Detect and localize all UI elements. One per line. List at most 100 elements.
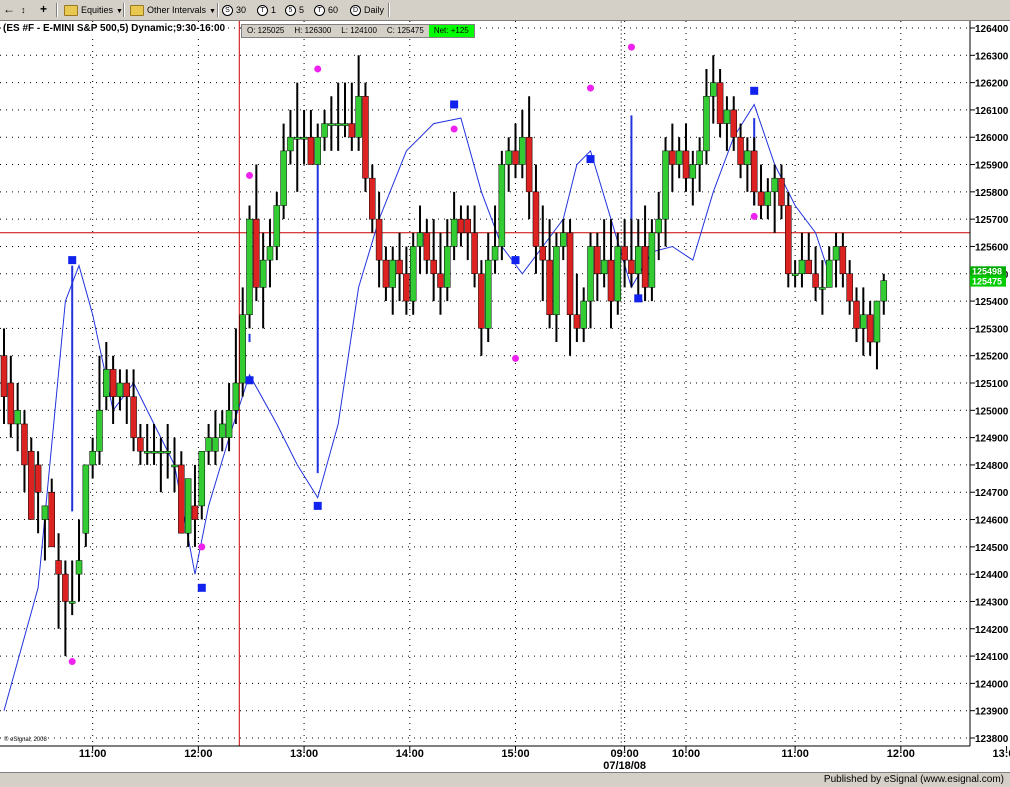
- candle-down: [866, 314, 874, 343]
- candle-up: [723, 109, 731, 124]
- y-tick-label: 125700: [975, 215, 1009, 226]
- candle-down: [812, 273, 819, 288]
- y-tick-label: 124500: [975, 543, 1009, 554]
- cursor-icon[interactable]: ←: [3, 3, 15, 17]
- x-tick-label: 13:00: [290, 748, 318, 760]
- published-text: Published by eSignal (www.esignal.com): [823, 774, 1004, 785]
- y-tick-label: 125300: [975, 324, 1009, 335]
- candle-up: [635, 246, 642, 275]
- pivot-square-marker: [450, 100, 459, 109]
- ohlc-readout: O: 125025 H: 126300 L: 124100 C: 125475 Net:…: [241, 24, 475, 38]
- candle-up: [116, 382, 124, 397]
- candle-up: [450, 218, 458, 247]
- candle-up: [580, 300, 587, 329]
- candle-up: [314, 136, 321, 165]
- candle-down: [62, 573, 69, 602]
- y-tick-label: 126000: [975, 133, 1009, 144]
- other-intervals-menu[interactable]: Other Intervals ▼: [130, 3, 216, 17]
- y-tick-label: 125600: [975, 242, 1009, 253]
- candle-down: [778, 177, 785, 206]
- candle-up: [103, 369, 110, 397]
- y-tick-label: 125900: [975, 161, 1009, 172]
- high-value: H: 126300: [294, 26, 332, 35]
- candle-up: [764, 191, 772, 206]
- candle-down: [539, 246, 547, 261]
- candle-up: [819, 287, 826, 290]
- y-tick-label: 126200: [975, 79, 1009, 90]
- candle-down: [785, 205, 792, 275]
- candle-down: [641, 246, 649, 288]
- candle-up: [498, 164, 506, 247]
- candle-down: [532, 191, 540, 247]
- interval-5-button[interactable]: 55: [285, 3, 304, 17]
- equities-menu[interactable]: Equities ▼: [64, 3, 123, 17]
- moving-average-line: [3, 103, 830, 711]
- interval-1-button[interactable]: T1: [257, 3, 276, 17]
- interval-daily-button[interactable]: D Daily: [350, 3, 384, 17]
- candle-up: [294, 136, 301, 140]
- candle-up: [703, 96, 710, 152]
- y-tick-label: 126100: [975, 106, 1009, 117]
- candle-up: [218, 423, 226, 438]
- candle-up: [860, 314, 867, 329]
- candle-down: [621, 246, 628, 261]
- candle-up: [655, 218, 662, 234]
- candle-up: [505, 150, 512, 165]
- candle-down: [805, 259, 813, 275]
- candle-up: [416, 232, 424, 247]
- candle-up: [300, 136, 308, 140]
- candle-up: [287, 136, 294, 152]
- candle-down: [628, 259, 635, 275]
- toolbar: ← ↕ + Equities ▼ Other Intervals ▼ S 30 T1 …: [0, 0, 1010, 21]
- pivot-dot-marker: [450, 125, 458, 133]
- candle-up: [744, 150, 751, 165]
- candle-up: [341, 123, 349, 126]
- candle-down: [573, 314, 581, 329]
- candle-up: [648, 232, 656, 288]
- candle-up: [150, 451, 158, 454]
- candle-up: [334, 123, 342, 126]
- candle-down: [457, 218, 465, 234]
- status-bar: Published by eSignal (www.esignal.com): [0, 772, 1010, 787]
- x-tick-label: 10:00: [672, 748, 700, 760]
- candle-up: [587, 246, 594, 302]
- candle-down: [28, 451, 35, 520]
- x-tick-label: 15:00: [501, 748, 529, 760]
- candle-up: [321, 123, 328, 138]
- y-tick-label: 126300: [975, 51, 1009, 62]
- dropdown-caret-icon: ▼: [209, 8, 216, 15]
- pivot-dot-marker: [512, 354, 519, 362]
- x-tick-label: 09:00: [611, 748, 639, 760]
- interval-60-button[interactable]: T 60: [314, 3, 338, 17]
- candle-down: [682, 150, 690, 179]
- candle-down: [0, 355, 8, 397]
- pivot-dot-marker: [627, 43, 635, 51]
- pivot-square-marker: [197, 583, 206, 592]
- interval-30s-button[interactable]: S 30: [222, 3, 246, 17]
- pivot-dot-marker: [68, 658, 76, 666]
- y-tick-label: 125100: [975, 379, 1009, 390]
- x-tick-label: 12:00: [887, 748, 915, 760]
- candle-down: [737, 136, 744, 165]
- candle-up: [266, 246, 274, 261]
- y-tick-label: 124200: [975, 625, 1009, 636]
- add-icon[interactable]: +: [40, 3, 47, 17]
- candle-down: [403, 273, 410, 302]
- candle-down: [566, 232, 574, 315]
- net-change-value: Net: +125: [428, 25, 474, 37]
- x-tick-label: 13:00: [992, 748, 1010, 760]
- pivot-dot-marker: [587, 84, 595, 92]
- candle-up: [184, 478, 192, 534]
- candle-up: [614, 246, 622, 302]
- y-tick-label: 124700: [975, 488, 1009, 499]
- candle-up: [355, 96, 362, 138]
- expand-icon[interactable]: ↕: [21, 3, 26, 17]
- candle-down: [546, 259, 553, 315]
- candle-down: [716, 82, 724, 124]
- pivot-dot-marker: [198, 543, 206, 551]
- candle-up: [832, 246, 840, 261]
- candlestick-chart[interactable]: 126400 126300 126200 126100 126000 125900 1258…: [0, 21, 1010, 772]
- candle-down: [123, 382, 131, 397]
- copyright-text: © eSignal, 2008: [4, 737, 47, 743]
- pivot-dot-marker: [246, 171, 254, 179]
